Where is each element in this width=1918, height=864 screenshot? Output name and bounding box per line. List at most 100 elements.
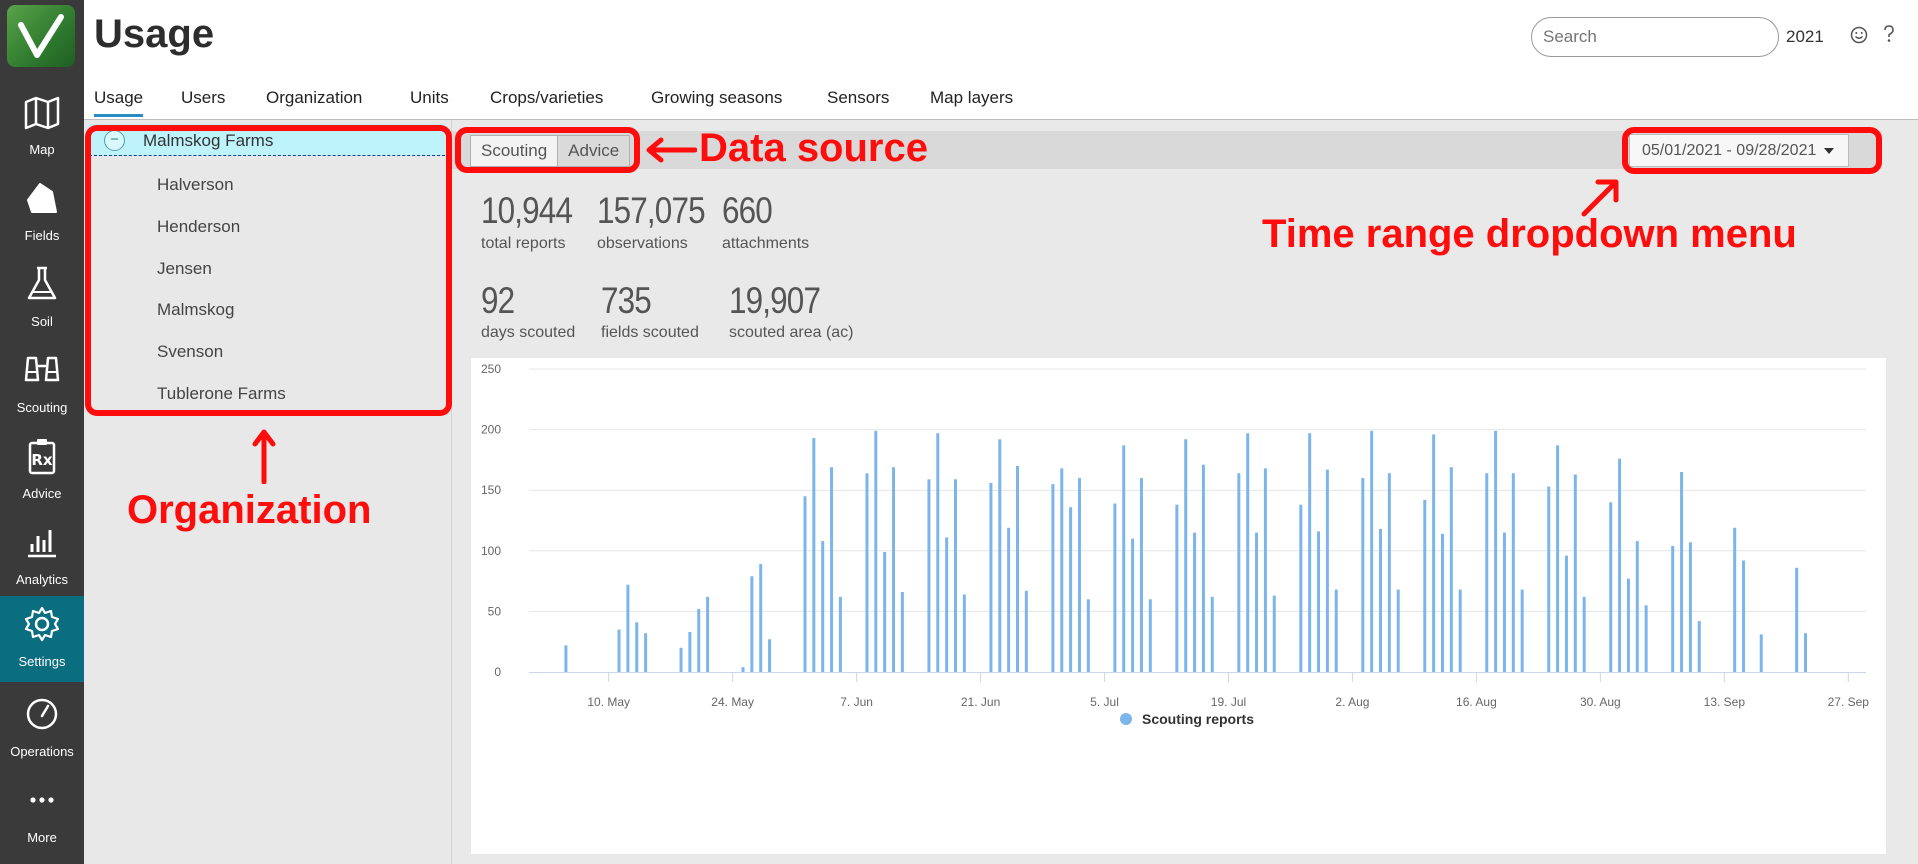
bar [1423, 499, 1427, 672]
map-icon [24, 96, 60, 130]
bar [1573, 474, 1577, 672]
tab-organization[interactable]: Organization [266, 88, 362, 108]
nav-more[interactable]: More [0, 772, 84, 858]
tab-crops-varieties[interactable]: Crops/varieties [490, 88, 603, 108]
bar [1671, 545, 1675, 672]
bar [1502, 532, 1506, 672]
bar [679, 647, 683, 672]
bar [1255, 532, 1259, 672]
tab-map-layers[interactable]: Map layers [930, 88, 1013, 108]
bar [936, 433, 940, 672]
bar [1334, 589, 1338, 672]
y-tick-label: 100 [481, 544, 501, 558]
bar [1131, 538, 1135, 672]
tab-units[interactable]: Units [410, 88, 449, 108]
bar [1742, 560, 1746, 672]
bar [1626, 578, 1630, 672]
bar [1024, 590, 1028, 672]
bar [1237, 473, 1241, 672]
bar [1317, 531, 1321, 672]
x-tick-label: 21. Jun [961, 695, 1000, 709]
smile-icon[interactable] [1850, 26, 1868, 44]
bar [1246, 433, 1250, 672]
bar [697, 608, 701, 672]
bar [1086, 599, 1090, 672]
bar [1175, 504, 1179, 672]
bar [1263, 468, 1267, 672]
bar [1193, 532, 1197, 672]
bar [1688, 542, 1692, 672]
tab-usage[interactable]: Usage [94, 88, 144, 117]
bar [962, 594, 966, 672]
bar [1113, 503, 1117, 672]
bar [1396, 589, 1400, 672]
bar [830, 467, 834, 672]
gauge-icon [26, 698, 58, 730]
tab-growing-seasons[interactable]: Growing seasons [651, 88, 782, 108]
bar [1432, 434, 1436, 672]
y-tick-label: 250 [481, 362, 501, 376]
nav-advice[interactable]: Rx Advice [0, 428, 84, 514]
bar [1361, 478, 1365, 672]
bar [1379, 528, 1383, 672]
time-range-annotation: Time range dropdown menu [1262, 212, 1797, 256]
bar [838, 596, 842, 672]
bar [1582, 596, 1586, 672]
x-tick-label: 7. Jun [840, 695, 873, 709]
usage-chart-panel: 0 50 100 150 200 250 10. May 24. May 7. Jun 21. J… [471, 358, 1886, 854]
bar [1007, 527, 1011, 672]
search-input[interactable] [1531, 17, 1779, 57]
season-year[interactable]: 2021 [1786, 27, 1824, 47]
stat-scouted-area-label: scouted area (ac) [729, 324, 854, 341]
bar [759, 564, 763, 672]
y-tick-label: 50 [488, 604, 502, 618]
tab-users[interactable]: Users [181, 88, 225, 108]
app-logo[interactable] [7, 5, 75, 67]
bar [821, 541, 825, 672]
bar [1618, 458, 1622, 672]
stat-attachments-label: attachments [722, 235, 810, 252]
page-title: Usage [94, 12, 215, 56]
help-icon[interactable] [1882, 24, 1896, 44]
organization-annotation: Organization [127, 488, 372, 532]
nav-soil[interactable]: Soil [0, 256, 84, 342]
bar [1015, 465, 1019, 672]
nav-analytics[interactable]: Analytics [0, 514, 84, 600]
flask-icon [27, 266, 57, 300]
bar [1680, 472, 1684, 672]
bar [1804, 633, 1808, 672]
y-tick-label: 150 [481, 483, 501, 497]
bar [1122, 445, 1126, 672]
bar [644, 633, 648, 672]
bar [1440, 533, 1444, 672]
nav-analytics-label: Analytics [15, 572, 69, 587]
stat-fields-scouted-label: fields scouted [601, 324, 699, 341]
nav-advice-label: Advice [22, 486, 62, 501]
bar [989, 482, 993, 672]
bar [892, 467, 896, 672]
nav-fields[interactable]: Fields [0, 170, 84, 256]
bar [900, 592, 904, 672]
nav-map-label: Map [29, 142, 55, 157]
bar [812, 438, 816, 672]
bar [1635, 541, 1639, 672]
bar [945, 537, 949, 672]
bar [688, 632, 692, 672]
bar [865, 473, 869, 672]
bar [1387, 473, 1391, 672]
nav-operations[interactable]: Operations [0, 686, 84, 772]
nav-scouting[interactable]: Scouting [0, 342, 84, 428]
nav-settings[interactable]: Settings [0, 596, 84, 682]
nav-map[interactable]: Map [0, 84, 84, 170]
bar [768, 639, 772, 672]
x-tick-label: 5. Jul [1090, 695, 1119, 709]
bar [750, 576, 754, 672]
bar [1051, 484, 1055, 672]
bar [617, 629, 621, 672]
bar [1201, 464, 1205, 672]
tab-sensors[interactable]: Sensors [827, 88, 889, 108]
bar [1299, 504, 1303, 672]
bar [626, 584, 630, 672]
bar [1272, 595, 1276, 672]
bar [1148, 599, 1152, 672]
